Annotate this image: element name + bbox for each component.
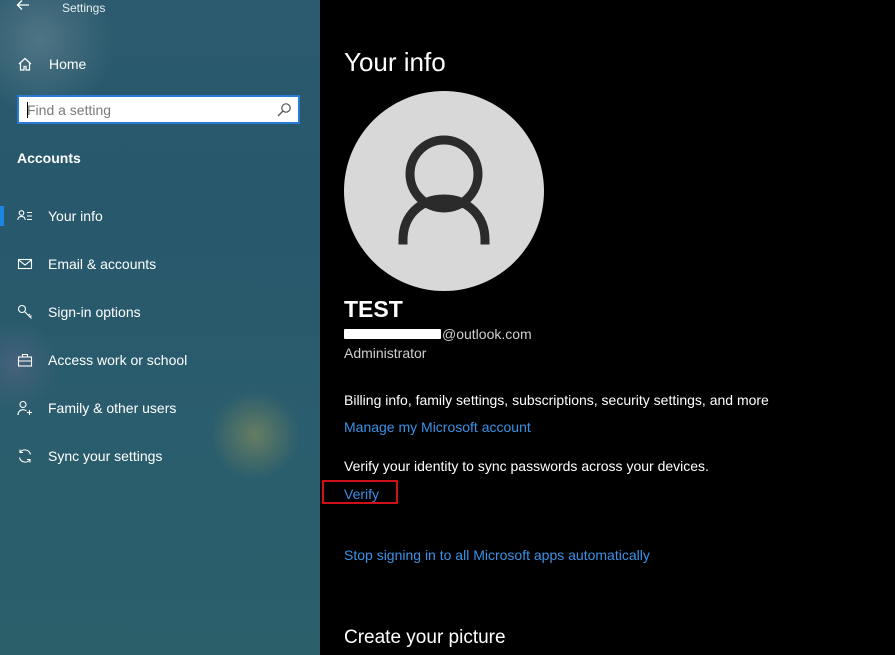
sidebar-item-sync-settings[interactable]: Sync your settings xyxy=(0,440,320,472)
main-content: Your info TEST @outlook.com Administrato… xyxy=(320,0,895,655)
manage-account-link[interactable]: Manage my Microsoft account xyxy=(344,419,531,435)
user-display-name: TEST xyxy=(344,296,403,322)
sidebar-item-label: Sync your settings xyxy=(48,448,163,464)
stop-signing-in-link[interactable]: Stop signing in to all Microsoft apps au… xyxy=(344,547,650,563)
sidebar: Settings Home Accounts Your info Email &… xyxy=(0,0,320,655)
home-icon xyxy=(18,57,32,71)
sidebar-item-label: Family & other users xyxy=(48,400,177,416)
home-label: Home xyxy=(49,56,87,72)
sidebar-item-label: Email & accounts xyxy=(48,256,157,272)
email-domain: @outlook.com xyxy=(442,326,532,342)
sidebar-item-access-work-school[interactable]: Access work or school xyxy=(0,344,320,376)
home-nav[interactable]: Home xyxy=(17,54,86,74)
text-caret xyxy=(27,102,28,118)
sidebar-item-email-accounts[interactable]: Email & accounts xyxy=(0,248,320,280)
title-bar: Settings xyxy=(0,0,320,18)
user-silhouette-icon xyxy=(398,135,490,245)
person-add-icon xyxy=(17,400,32,416)
search-box[interactable] xyxy=(17,95,300,124)
create-picture-heading: Create your picture xyxy=(344,627,506,648)
selection-indicator xyxy=(0,206,4,226)
sidebar-item-sign-in-options[interactable]: Sign-in options xyxy=(0,296,320,328)
sidebar-item-label: Sign-in options xyxy=(48,304,141,320)
search-input[interactable] xyxy=(27,101,272,119)
sidebar-item-family-other-users[interactable]: Family & other users xyxy=(0,392,320,424)
sync-icon xyxy=(18,449,32,463)
verify-description: Verify your identity to sync passwords a… xyxy=(344,458,709,474)
section-heading: Accounts xyxy=(17,150,81,166)
email-redaction xyxy=(344,329,441,339)
sidebar-item-label: Your info xyxy=(48,208,103,224)
account-role: Administrator xyxy=(344,345,427,361)
mail-icon xyxy=(17,258,33,270)
verify-link[interactable]: Verify xyxy=(344,486,379,502)
avatar xyxy=(344,91,544,291)
sidebar-item-your-info[interactable]: Your info xyxy=(0,200,320,232)
window-title: Settings xyxy=(62,1,106,15)
briefcase-icon xyxy=(17,353,33,367)
sidebar-item-label: Access work or school xyxy=(48,352,188,368)
user-email: @outlook.com xyxy=(344,326,532,342)
search-icon[interactable] xyxy=(276,102,292,118)
back-arrow-icon[interactable] xyxy=(16,0,36,16)
person-card-icon xyxy=(17,210,32,221)
billing-description: Billing info, family settings, subscript… xyxy=(344,392,769,408)
page-title: Your info xyxy=(344,47,446,77)
key-icon xyxy=(17,304,32,319)
